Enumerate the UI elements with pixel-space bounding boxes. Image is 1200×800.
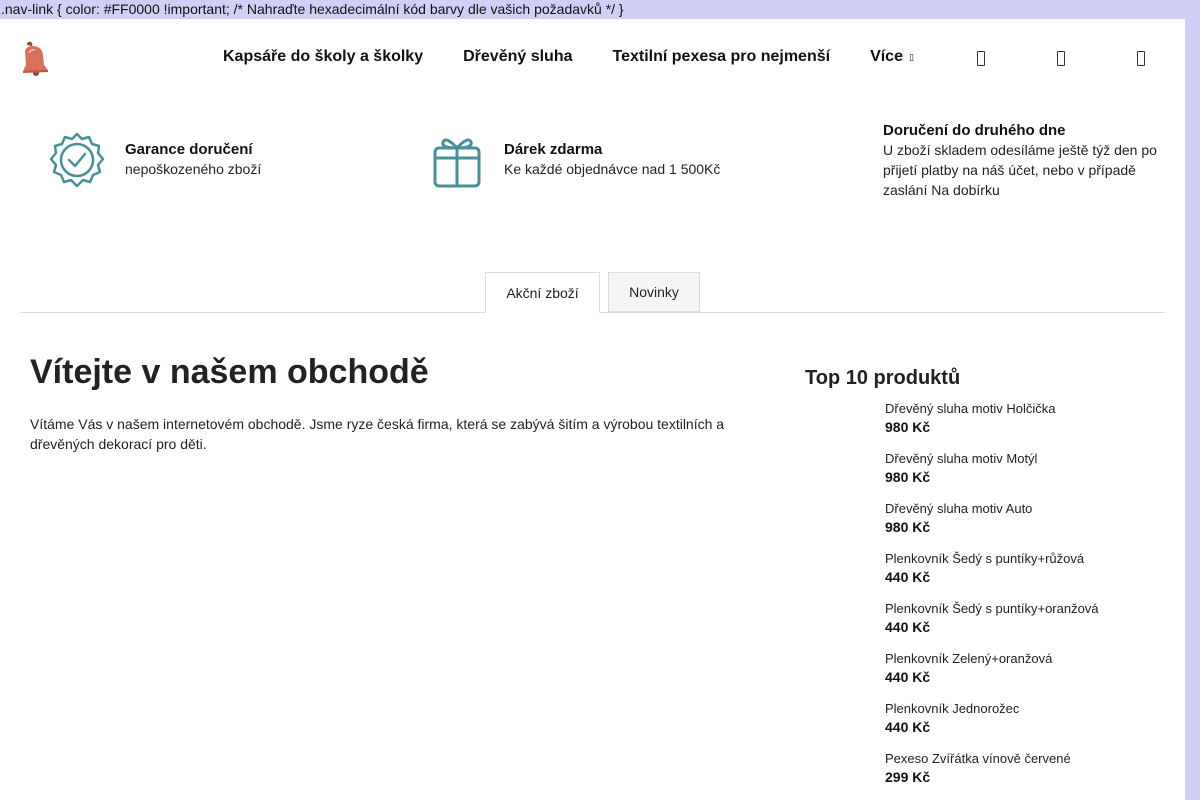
nav-item-more-label: Více [870, 48, 903, 65]
logo[interactable] [19, 41, 51, 77]
product-price: 980 Kč [885, 419, 931, 435]
nav-item-textilni-pexesa[interactable]: Textilní pexesa pro nejmenší [613, 48, 831, 66]
benefit-text: nepoškozeného zboží [125, 161, 262, 177]
benefit-text: U zboží skladem odesíláme ještě týž den … [883, 142, 1157, 198]
product-price: 440 Kč [885, 569, 931, 585]
css-leak-text: .nav-link { color: #FF0000 !important; /… [0, 0, 1200, 19]
list-item: Plenkovník Zelený+oranžová 440 Kč [885, 650, 1175, 700]
welcome-text: Vítáme Vás v našem internetovém obchodě.… [30, 416, 725, 452]
list-item: Dřevěný sluha motiv Motýl 980 Kč [885, 450, 1175, 500]
chevron-down-icon: ▯ [908, 51, 914, 62]
list-item: Plenkovník Šedý s puntíky+růžová 440 Kč [885, 550, 1175, 600]
product-link[interactable]: Dřevěný sluha motiv Holčička [885, 400, 1175, 418]
product-price: 440 Kč [885, 669, 931, 685]
product-link[interactable]: Plenkovník Šedý s puntíky+oranžová [885, 600, 1175, 618]
nav-item-kapsare[interactable]: Kapsáře do školy a školky [223, 48, 423, 66]
main-nav: Kapsáře do školy a školky Dřevěný sluha … [223, 48, 914, 66]
gift-icon [433, 138, 481, 188]
benefit-title: Doručení do druhého dne [883, 122, 1066, 139]
nav-item-dreveny-sluha[interactable]: Dřevěný sluha [463, 48, 572, 66]
product-price: 980 Kč [885, 519, 931, 535]
top-products-title: Top 10 produktů [805, 367, 961, 389]
list-item: Dřevěný sluha motiv Auto 980 Kč [885, 500, 1175, 550]
list-item: Plenkovník Jednorožec 440 Kč [885, 700, 1175, 750]
product-link[interactable]: Pexeso Zvířátka vínově červené [885, 750, 1175, 768]
product-link[interactable]: Dřevěný sluha motiv Motýl [885, 450, 1175, 468]
cart-icon[interactable] [1137, 51, 1145, 66]
product-link[interactable]: Plenkovník Jednorožec [885, 700, 1175, 718]
benefit-title: Garance doručení [125, 141, 253, 158]
top-products-list: Dřevěný sluha motiv Holčička 980 Kč Dřev… [885, 400, 1175, 800]
nav-item-more[interactable]: Více ▯ [870, 48, 914, 66]
search-icon[interactable] [977, 51, 985, 66]
tab-novinky[interactable]: Novinky [608, 272, 700, 312]
benefit-delivery-guarantee: Garance doručení nepoškozeného zboží [49, 132, 261, 188]
benefit-free-gift: Dárek zdarma Ke každé objednávce nad 1 5… [432, 132, 720, 188]
page: Kapsáře do školy a školky Dřevěný sluha … [0, 19, 1185, 800]
product-price: 440 Kč [885, 619, 931, 635]
badge-check-icon [49, 132, 105, 188]
product-price: 980 Kč [885, 469, 931, 485]
page-title: Vítejte v našem obchodě [30, 353, 429, 391]
product-link[interactable]: Dřevěný sluha motiv Auto [885, 500, 1175, 518]
product-link[interactable]: Plenkovník Šedý s puntíky+růžová [885, 550, 1175, 568]
list-item: Plenkovník Šedý s puntíky+oranžová 440 K… [885, 600, 1175, 650]
product-price: 440 Kč [885, 719, 931, 735]
header: Kapsáře do školy a školky Dřevěný sluha … [0, 19, 1185, 99]
benefit-next-day-delivery: Doručení do druhého dne U zboží skladem … [883, 121, 1173, 200]
user-icon[interactable] [1057, 51, 1065, 66]
tab-akcni-zbozi[interactable]: Akční zboží [485, 272, 600, 313]
product-price: 299 Kč [885, 769, 931, 785]
bell-icon [22, 41, 49, 76]
list-item: Dřevěný sluha motiv Holčička 980 Kč [885, 400, 1175, 450]
scrollbar[interactable] [1185, 19, 1200, 800]
benefit-text: Ke každé objednávce nad 1 500Kč [504, 161, 721, 177]
benefit-title: Dárek zdarma [504, 141, 603, 158]
list-item: Pexeso Zvířátka vínově červené 299 Kč [885, 750, 1175, 800]
product-link[interactable]: Plenkovník Zelený+oranžová [885, 650, 1175, 668]
